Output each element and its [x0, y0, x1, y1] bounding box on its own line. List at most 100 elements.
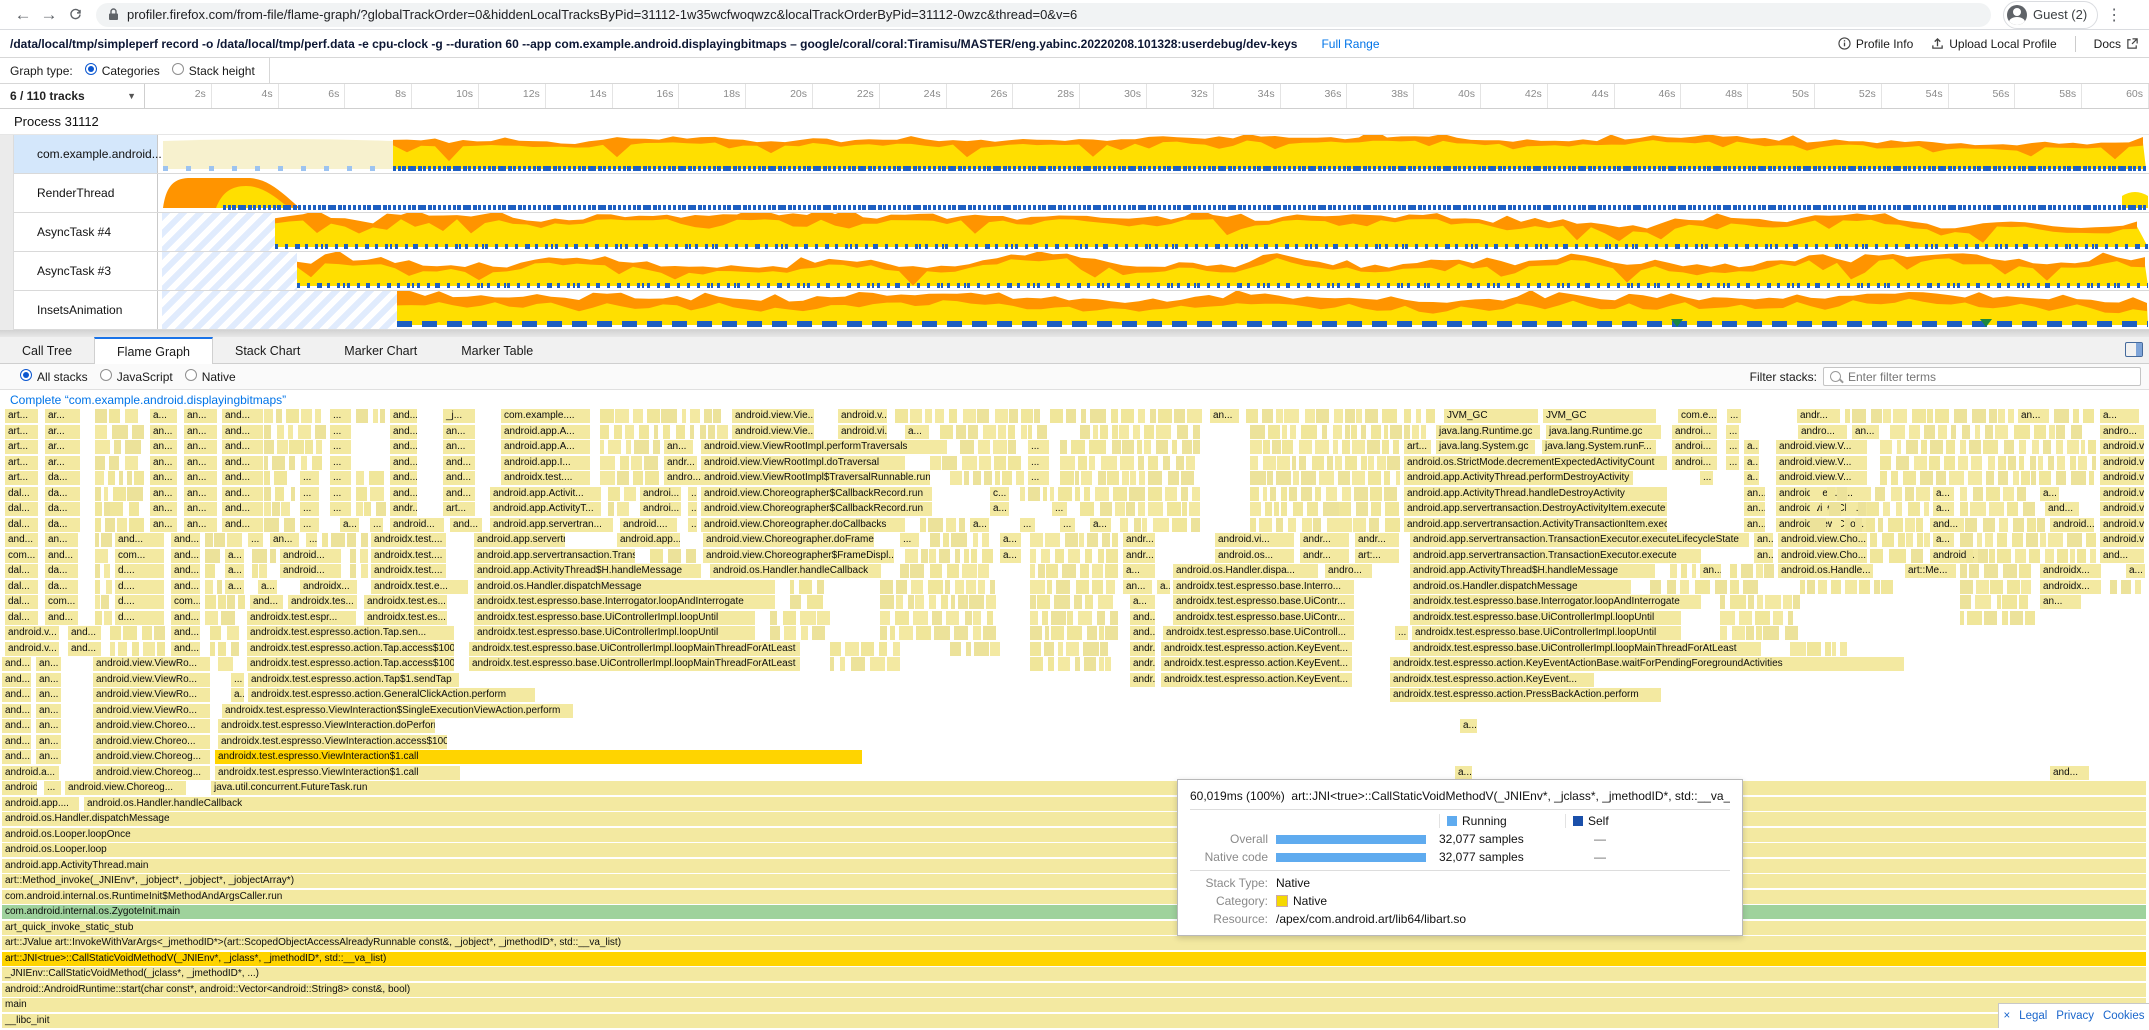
flame-cell[interactable]: JVM_GC	[1444, 409, 1538, 423]
graph-type-label-1[interactable]: Stack height	[189, 64, 255, 78]
flame-cell[interactable]: andro...	[664, 471, 703, 485]
flame-cell[interactable]: and...	[2, 688, 31, 702]
flame-cell[interactable]: ar...	[45, 456, 80, 470]
flame-cell[interactable]: android.os.Handler.dispatchMessage	[474, 580, 775, 594]
flame-cell[interactable]: android.view.Vie...	[732, 409, 814, 423]
flame-cell[interactable]: androidx.test.espresso.action.PressBackA…	[1390, 688, 1661, 702]
flame-cell[interactable]: androidx.test.espresso.action.GeneralCli…	[248, 688, 535, 702]
flame-cell[interactable]: a...	[1744, 456, 1759, 470]
flame-cell[interactable]: an...	[1754, 533, 1773, 547]
flame-cell[interactable]: android.os.Looper.loopOnce	[2, 828, 2146, 842]
flame-cell[interactable]: an...	[270, 533, 299, 547]
flame-cell[interactable]: androidx.test....	[371, 533, 446, 547]
flame-cell[interactable]: an...	[664, 440, 693, 454]
flame-cell[interactable]: a...	[905, 425, 929, 439]
flame-cell[interactable]: a...	[1123, 564, 1155, 578]
tab-marker-chart[interactable]: Marker Chart	[322, 337, 439, 363]
flame-cell[interactable]: and...	[171, 580, 200, 594]
flame-cell[interactable]: andro...	[1798, 425, 1847, 439]
flame-cell[interactable]: androidx.test.espresso.base.Interro...	[1173, 580, 1354, 594]
flame-cell[interactable]: androi...	[1672, 440, 1717, 454]
flame-cell[interactable]: art...	[5, 471, 38, 485]
flame-cell[interactable]: android.view.Choreog...	[93, 766, 210, 780]
flame-cell[interactable]: and...	[222, 487, 263, 501]
flame-cell[interactable]: androidx...	[300, 580, 357, 594]
flame-cell[interactable]: ...	[900, 533, 919, 547]
flame-cell[interactable]: andr...	[1300, 533, 1349, 547]
flame-cell[interactable]: android.view.ViewRootImpl.performTravers…	[701, 440, 947, 454]
flame-cell[interactable]: android.view.Choreog...	[65, 781, 186, 795]
browser-menu-icon[interactable]: ⋮	[2106, 5, 2122, 25]
flame-cell[interactable]: androidx.test.espresso.action.Tap$1.send…	[248, 673, 459, 687]
flame-cell[interactable]: and...	[222, 425, 263, 439]
flame-cell[interactable]: androidx.test.espresso.base.UiController…	[469, 657, 800, 671]
flame-cell[interactable]: and...	[5, 533, 38, 547]
flame-cell[interactable]: ...	[688, 487, 697, 501]
flame-cell[interactable]: and...	[222, 502, 263, 516]
flame-cell[interactable]: and...	[443, 456, 475, 470]
flame-cell[interactable]: android.view.C...	[2100, 487, 2144, 501]
flame-cell[interactable]: android.view.ViewRo...	[93, 673, 210, 687]
flame-cell[interactable]: a...	[1460, 719, 1477, 733]
flame-cell[interactable]: android.view.Choreo...	[93, 735, 210, 749]
flame-cell[interactable]: androidx.test.espresso.ViewInteraction$1…	[215, 766, 460, 780]
flame-cell[interactable]: a...	[970, 518, 989, 532]
flame-cell[interactable]: a...	[2100, 409, 2139, 423]
flame-cell[interactable]: ...	[306, 533, 317, 547]
flame-cell[interactable]: and...	[2, 735, 31, 749]
flame-cell[interactable]: ...	[231, 673, 244, 687]
flame-cell[interactable]: an...	[150, 502, 177, 516]
flame-cell[interactable]: android.app.servertrans...	[474, 533, 565, 547]
flame-cell[interactable]: and...	[115, 533, 164, 547]
flame-cell[interactable]: an...	[36, 750, 61, 764]
flame-cell[interactable]: a...	[150, 409, 177, 423]
legal-link[interactable]: Legal	[2019, 1010, 2047, 1022]
graph-type-label-0[interactable]: Categories	[102, 64, 160, 78]
cookie-close[interactable]: ×	[2003, 1010, 2010, 1022]
tab-marker-table[interactable]: Marker Table	[439, 337, 555, 363]
flame-cell[interactable]: android.view.V...	[2100, 440, 2144, 454]
flame-cell[interactable]: android.os.Handler.dispatchMessage	[1410, 580, 1631, 594]
flame-cell[interactable]: android.v...	[5, 642, 59, 656]
flame-cell[interactable]: androidx.test.espresso.base.UiController…	[1412, 626, 1681, 640]
flame-cell[interactable]: andr...	[1123, 533, 1155, 547]
flame-cell[interactable]: androidx.test.espresso.base.UiController…	[469, 642, 800, 656]
flame-cell[interactable]: androidx.test....	[371, 564, 446, 578]
flame-cell[interactable]: and...	[390, 487, 417, 501]
flame-cell[interactable]: androi...	[640, 502, 681, 516]
flame-cell[interactable]: android.view.Cho...	[2100, 518, 2144, 532]
flame-cell[interactable]: andr...	[1300, 549, 1349, 563]
flame-cell[interactable]: android.view.V...	[2100, 456, 2144, 470]
flame-cell[interactable]: a...	[1157, 580, 1170, 594]
flame-cell[interactable]: a...	[1933, 502, 1954, 516]
flame-cell[interactable]: an...	[1852, 425, 1879, 439]
flame-cell[interactable]: androidx.test.espresso.base.UiContr...	[1173, 611, 1354, 625]
flame-cell[interactable]: androidx.test.espresso.action.KeyEvent..…	[1161, 642, 1352, 656]
flame-cell[interactable]: art_quick_invoke_static_stub	[2, 921, 2146, 935]
flame-cell[interactable]: a...	[1000, 533, 1021, 547]
flame-cell[interactable]: androidx...	[2040, 564, 2101, 578]
track-row-renderthread[interactable]: RenderThread	[13, 174, 2149, 213]
flame-cell[interactable]: ...	[1028, 471, 1049, 485]
flame-cell[interactable]: ...	[1727, 409, 1741, 423]
track-activity-graph[interactable]	[158, 213, 2149, 251]
flame-cell[interactable]: and...	[2, 657, 31, 671]
flame-cell[interactable]: java.lang.System.runF...	[1542, 440, 1656, 454]
flame-cell[interactable]: art::JValue art::InvokeWithVarArgs<_jmet…	[2, 936, 2146, 950]
profile-chip[interactable]: Guest (2)	[2003, 1, 2098, 29]
flame-cell[interactable]: art:...	[1355, 549, 1399, 563]
flame-cell[interactable]: ...	[1726, 425, 1739, 439]
timeline-ruler[interactable]: 2s4s6s8s10s12s14s16s18s20s22s24s26s28s30…	[145, 84, 2149, 108]
flame-cell[interactable]: a...	[231, 688, 244, 702]
flame-cell[interactable]: ...	[1726, 440, 1739, 454]
flame-cell[interactable]: and...	[1130, 611, 1155, 625]
flame-cell[interactable]: art::JNI<true>::CallStaticVoidMethodV(_J…	[2, 952, 2146, 966]
flame-cell[interactable]: android.app.servertran...	[490, 518, 613, 532]
flame-cell[interactable]: android.v...	[5, 626, 59, 640]
flame-cell[interactable]: andr...	[664, 456, 697, 470]
track-label[interactable]: com.example.android...	[13, 135, 158, 173]
flame-cell[interactable]: an...	[184, 409, 217, 423]
flame-cell[interactable]: an...	[184, 456, 217, 470]
flame-cell[interactable]: androidx.test.espresso.action.Tap.sen...	[247, 626, 454, 640]
flame-cell[interactable]: androidx.test.e...	[371, 580, 468, 594]
